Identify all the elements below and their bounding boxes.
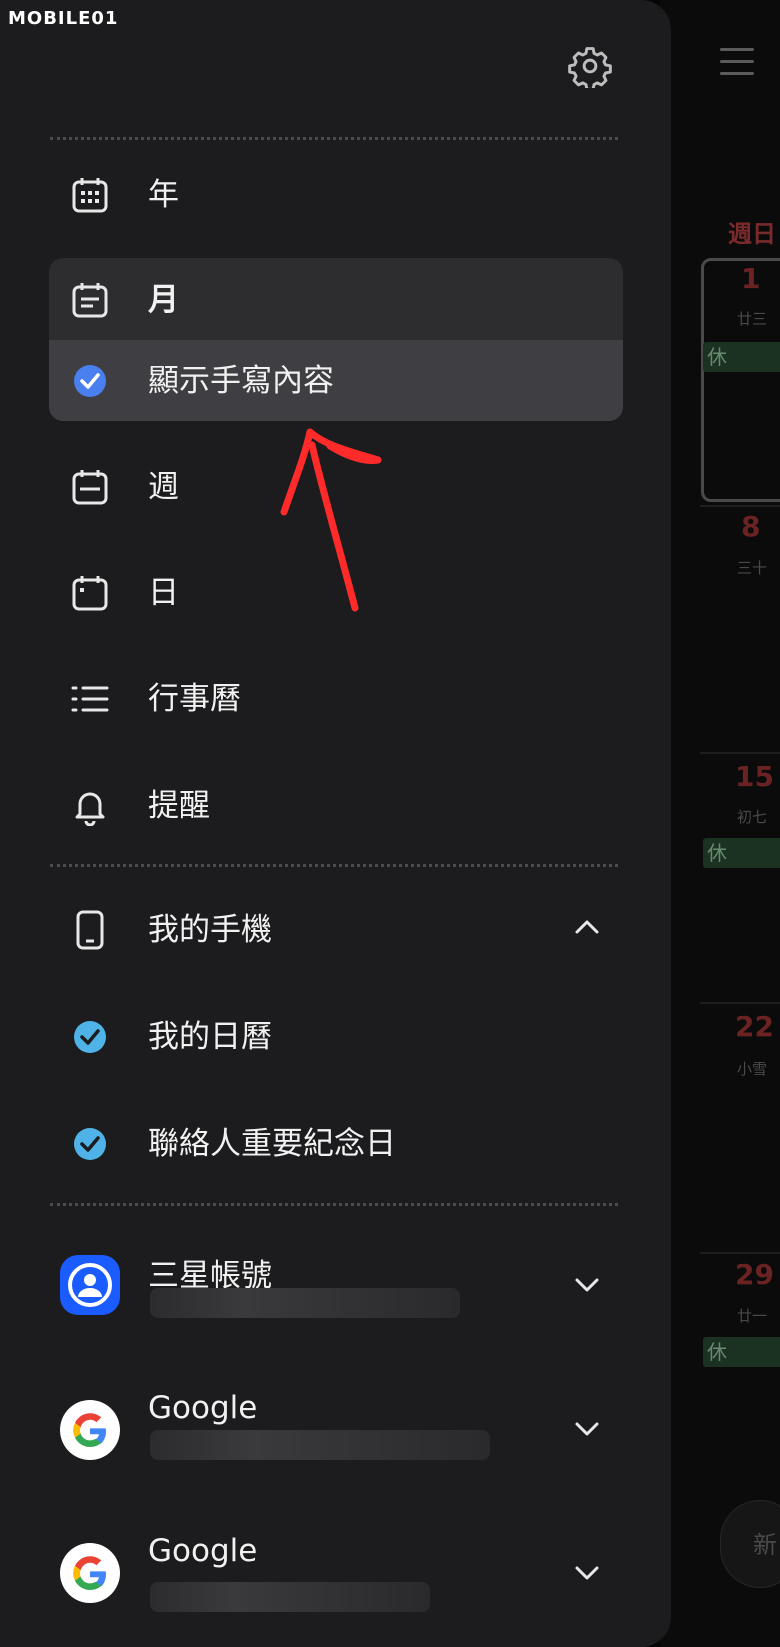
annotation-arrow (280, 428, 382, 612)
section-divider (50, 137, 618, 140)
calendar-contact-anniversaries[interactable]: 聯絡人重要紀念日 (50, 1104, 622, 1184)
calendar-month-icon (72, 283, 108, 318)
view-item-label: 週 (148, 469, 179, 505)
lunar-date: 廿一 (737, 1307, 768, 1325)
samsung-account-icon (60, 1255, 120, 1315)
lunar-date: 廿三 (737, 310, 768, 328)
check-circle-icon (74, 1021, 106, 1053)
account-label: Google (148, 1533, 258, 1569)
section-divider (50, 864, 618, 867)
redacted-account-email (150, 1430, 490, 1460)
menu-icon[interactable] (720, 48, 754, 76)
chevron-down-icon[interactable] (572, 1414, 602, 1444)
view-item-label: 年 (148, 177, 179, 213)
week-divider (700, 1252, 780, 1254)
google-icon (60, 1543, 120, 1603)
gear-icon[interactable] (568, 44, 612, 88)
holiday-badge: 休 (703, 838, 780, 868)
calendar-my-calendar[interactable]: 我的日曆 (50, 997, 622, 1077)
section-label: 我的手機 (148, 912, 272, 948)
calendar-week-icon (72, 470, 108, 505)
view-item-label: 月 (148, 282, 179, 318)
chevron-down-icon[interactable] (572, 1558, 602, 1588)
my-phone-section[interactable]: 我的手機 (50, 890, 622, 970)
show-handwriting-toggle[interactable]: 顯示手寫內容 (50, 341, 622, 421)
calendar-day[interactable]: 15 (735, 760, 774, 793)
calendar-day[interactable]: 29 (735, 1258, 774, 1291)
calendar-day[interactable]: 8 (741, 510, 760, 543)
view-item-reminders[interactable]: 提醒 (50, 766, 622, 846)
holiday-badge: 休 (703, 1337, 780, 1367)
view-item-label: 提醒 (148, 788, 210, 824)
week-divider (700, 752, 780, 754)
view-item-label: 日 (148, 575, 179, 611)
chevron-up-icon[interactable] (572, 912, 602, 942)
view-item-month[interactable]: 月 (50, 260, 622, 340)
calendar-day[interactable]: 22 (735, 1010, 774, 1043)
lunar-date: 初七 (737, 808, 768, 826)
check-circle-icon (74, 365, 106, 397)
section-divider (50, 1203, 618, 1206)
chevron-down-icon[interactable] (572, 1270, 602, 1300)
lunar-date: 小雪 (737, 1060, 768, 1078)
redacted-account-email (150, 1582, 430, 1612)
view-item-label: 顯示手寫內容 (148, 363, 334, 399)
week-divider (700, 505, 780, 507)
redacted-account-email (150, 1288, 460, 1318)
phone-icon (76, 910, 104, 950)
google-icon (60, 1400, 120, 1460)
list-icon (71, 686, 109, 712)
view-item-year[interactable]: 年 (50, 155, 622, 235)
lunar-date: 三十 (737, 559, 768, 577)
account-label: Google (148, 1390, 258, 1426)
calendar-label: 我的日曆 (148, 1019, 272, 1055)
calendar-day[interactable]: 1 (741, 262, 760, 295)
bell-icon (75, 792, 105, 826)
watermark-logo: MOBILE01 (8, 8, 119, 29)
week-divider (700, 1002, 780, 1004)
check-circle-icon (74, 1128, 106, 1160)
calendar-day-icon (72, 576, 108, 611)
view-item-schedule[interactable]: 行事曆 (50, 659, 622, 739)
weekday-header-sunday: 週日 (728, 220, 776, 248)
calendar-grid-icon (72, 178, 108, 213)
view-item-label: 行事曆 (148, 681, 241, 717)
holiday-badge: 休 (703, 342, 780, 372)
calendar-label: 聯絡人重要紀念日 (148, 1126, 396, 1162)
